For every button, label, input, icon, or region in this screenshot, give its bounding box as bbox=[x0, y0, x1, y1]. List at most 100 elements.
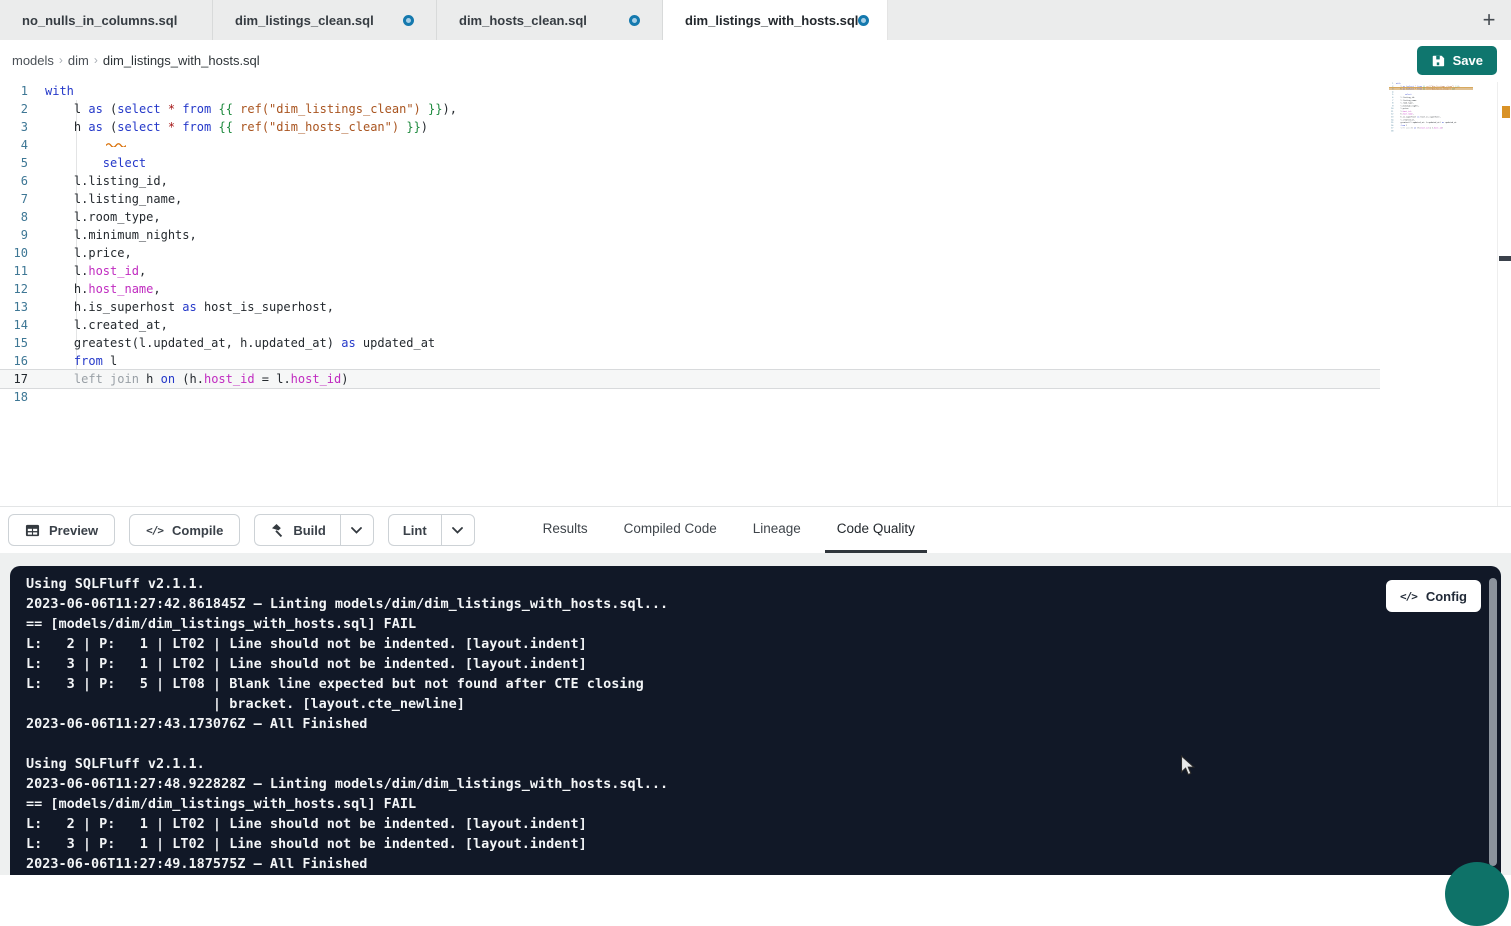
code-line-12[interactable]: 12 h.host_name, bbox=[0, 280, 1380, 298]
code-line-15[interactable]: 15 greatest(l.updated_at, h.updated_at) … bbox=[0, 334, 1380, 352]
save-button[interactable]: Save bbox=[1417, 46, 1497, 75]
breadcrumb-segment: dim bbox=[68, 53, 89, 68]
breadcrumb-segment: dim_listings_with_hosts.sql bbox=[103, 53, 260, 68]
breadcrumb-segment: models bbox=[12, 53, 54, 68]
tab-dim-listings-clean[interactable]: dim_listings_clean.sql bbox=[213, 0, 437, 40]
unsaved-indicator-icon bbox=[629, 15, 640, 26]
code-text: l.listing_id, bbox=[45, 172, 168, 190]
code-line-8[interactable]: 8 l.room_type, bbox=[0, 208, 1380, 226]
build-button[interactable]: Build bbox=[254, 514, 340, 546]
lint-squiggle-underline bbox=[106, 132, 126, 137]
code-line-11[interactable]: 11 l.host_id, bbox=[0, 262, 1380, 280]
code-text: with bbox=[45, 82, 74, 100]
minimap[interactable]: 1with2 l as (select * from {{ ref("dim_l… bbox=[1389, 82, 1473, 194]
code-text: l as (select * from {{ ref("dim_listings… bbox=[45, 100, 457, 118]
code-line-18[interactable]: 18 bbox=[0, 388, 1380, 406]
code-line-13[interactable]: 13 h.is_superhost as host_is_superhost, bbox=[0, 298, 1380, 316]
code-line-17[interactable]: 17 left join h on (h.host_id = l.host_id… bbox=[0, 370, 1380, 388]
line-number: 2 bbox=[0, 100, 45, 118]
build-dropdown-button[interactable] bbox=[340, 514, 374, 546]
code-text: l.room_type, bbox=[45, 208, 161, 226]
line-number: 8 bbox=[0, 208, 45, 226]
code-line-4[interactable]: 4 bbox=[0, 136, 1380, 154]
breadcrumb-separator-icon: › bbox=[59, 53, 63, 67]
line-number: 16 bbox=[0, 352, 45, 370]
code-line-5[interactable]: 5 select bbox=[0, 154, 1380, 172]
lint-dropdown-button[interactable] bbox=[441, 514, 475, 546]
line-number: 5 bbox=[0, 154, 45, 172]
tab-label: dim_listings_with_hosts.sql bbox=[685, 13, 858, 28]
code-editor[interactable]: 1with2 l as (select * from {{ ref("dim_l… bbox=[0, 80, 1511, 507]
code-icon: </> bbox=[146, 524, 163, 537]
line-number: 15 bbox=[0, 334, 45, 352]
save-label: Save bbox=[1453, 53, 1483, 68]
code-line-1[interactable]: 1with bbox=[0, 82, 1380, 100]
scrollbar-cursor-marker bbox=[1499, 256, 1511, 261]
code-text: greatest(l.updated_at, h.updated_at) as … bbox=[45, 334, 435, 352]
tab-results[interactable]: Results bbox=[531, 507, 600, 553]
action-toolbar: Preview </>Compile Build Lint Results Compil… bbox=[0, 507, 1511, 553]
code-text: l.host_id, bbox=[45, 262, 146, 280]
line-number: 13 bbox=[0, 298, 45, 316]
code-line-7[interactable]: 7 l.listing_name, bbox=[0, 190, 1380, 208]
code-icon: </> bbox=[1400, 590, 1417, 603]
line-number: 6 bbox=[0, 172, 45, 190]
code-line-3[interactable]: 3 h as (select * from {{ ref("dim_hosts_… bbox=[0, 118, 1380, 136]
code-text: select bbox=[45, 154, 146, 172]
tab-lineage[interactable]: Lineage bbox=[741, 507, 813, 553]
help-fab-button[interactable] bbox=[1445, 862, 1509, 926]
code-line-18: 18 bbox=[1389, 129, 1473, 132]
code-line-9[interactable]: 9 l.minimum_nights, bbox=[0, 226, 1380, 244]
breadcrumb: models › dim › dim_listings_with_hosts.sql bbox=[12, 40, 260, 80]
results-panel: Using SQLFluff v2.1.1. 2023-06-06T11:27:… bbox=[0, 553, 1511, 875]
code-text: h as (select * from {{ ref("dim_hosts_cl… bbox=[45, 118, 428, 136]
tab-no-nulls-in-columns[interactable]: no_nulls_in_columns.sql bbox=[0, 0, 213, 40]
tab-compiled-code[interactable]: Compiled Code bbox=[612, 507, 729, 553]
line-number: 18 bbox=[0, 388, 45, 406]
new-tab-button[interactable]: + bbox=[1475, 6, 1503, 34]
config-button[interactable]: </> Config bbox=[1386, 580, 1481, 612]
tab-label: dim_hosts_clean.sql bbox=[459, 13, 587, 28]
code-text: l.listing_name, bbox=[45, 190, 182, 208]
line-number: 18 bbox=[1389, 129, 1396, 132]
unsaved-indicator-icon bbox=[403, 15, 414, 26]
terminal-scrollbar[interactable] bbox=[1489, 578, 1497, 866]
code-text: from l bbox=[45, 352, 117, 370]
line-number: 1 bbox=[0, 82, 45, 100]
config-label: Config bbox=[1426, 589, 1467, 604]
line-number: 17 bbox=[0, 370, 45, 388]
line-number: 10 bbox=[0, 244, 45, 262]
tab-label: dim_listings_clean.sql bbox=[235, 13, 374, 28]
code-text: l.minimum_nights, bbox=[45, 226, 197, 244]
tab-label: no_nulls_in_columns.sql bbox=[22, 13, 177, 28]
build-label: Build bbox=[293, 523, 326, 538]
line-number: 11 bbox=[0, 262, 45, 280]
line-number: 3 bbox=[0, 118, 45, 136]
preview-button[interactable]: Preview bbox=[8, 514, 115, 546]
code-line-14[interactable]: 14 l.created_at, bbox=[0, 316, 1380, 334]
chevron-down-icon bbox=[452, 527, 463, 534]
lint-label: Lint bbox=[403, 523, 427, 538]
tab-code-quality[interactable]: Code Quality bbox=[825, 507, 927, 553]
editor-scrollbar[interactable] bbox=[1497, 82, 1498, 507]
line-number: 14 bbox=[0, 316, 45, 334]
code-text: left join h on (h.host_id = l.host_id) bbox=[45, 370, 348, 388]
line-number: 4 bbox=[0, 136, 45, 154]
line-number: 7 bbox=[0, 190, 45, 208]
tab-dim-hosts-clean[interactable]: dim_hosts_clean.sql bbox=[437, 0, 663, 40]
code-line-16[interactable]: 16 from l bbox=[0, 352, 1380, 370]
chevron-down-icon bbox=[351, 527, 362, 534]
unsaved-indicator-icon bbox=[858, 15, 869, 26]
code-text: l.created_at, bbox=[45, 316, 168, 334]
code-line-10[interactable]: 10 l.price, bbox=[0, 244, 1380, 262]
compile-button[interactable]: </>Compile bbox=[129, 514, 240, 546]
lint-button[interactable]: Lint bbox=[388, 514, 441, 546]
code-line-2[interactable]: 2 l as (select * from {{ ref("dim_listin… bbox=[0, 100, 1380, 118]
code-text: l.price, bbox=[45, 244, 132, 262]
breadcrumb-separator-icon: › bbox=[94, 53, 98, 67]
tab-dim-listings-with-hosts[interactable]: dim_listings_with_hosts.sql bbox=[663, 0, 888, 40]
code-line-6[interactable]: 6 l.listing_id, bbox=[0, 172, 1380, 190]
lint-log-text: Using SQLFluff v2.1.1. 2023-06-06T11:27:… bbox=[26, 574, 668, 874]
preview-label: Preview bbox=[49, 523, 98, 538]
save-icon bbox=[1431, 54, 1445, 68]
